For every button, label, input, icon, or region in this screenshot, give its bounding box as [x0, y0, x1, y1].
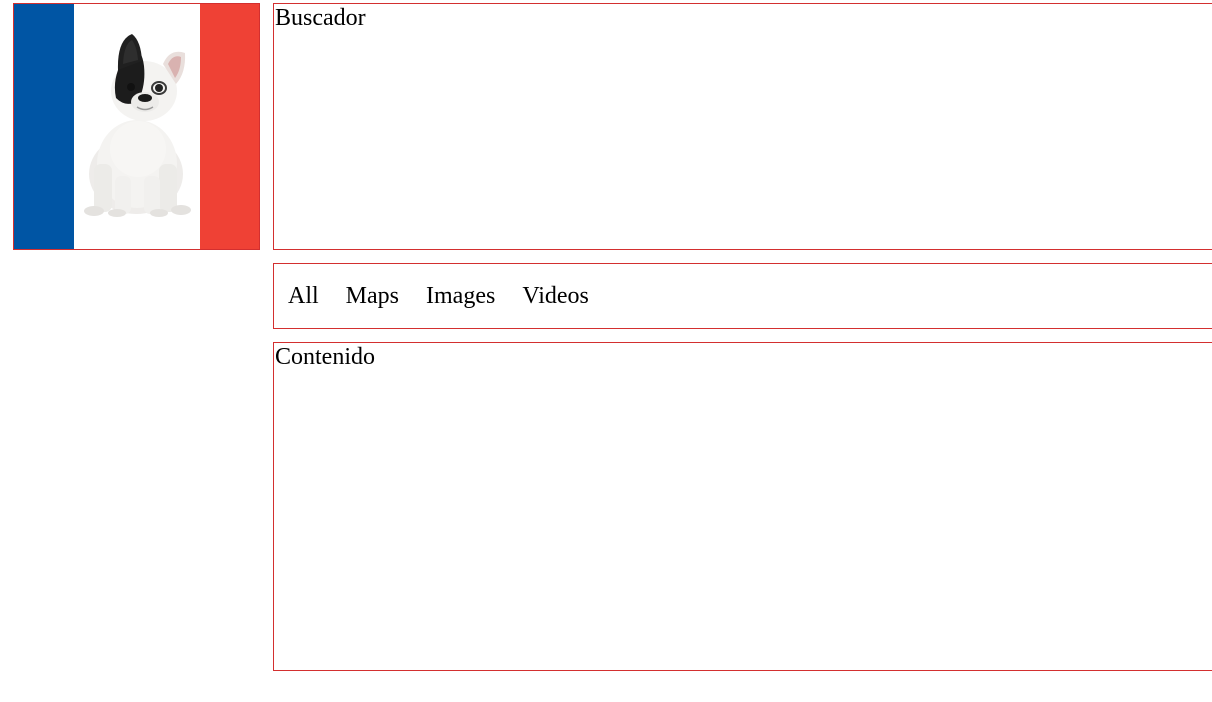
nav-list: All Maps Images Videos — [274, 264, 1212, 328]
french-bulldog-flag-icon — [14, 4, 259, 249]
nav-item-maps[interactable]: Maps — [346, 283, 399, 310]
logo-image — [13, 3, 260, 250]
nav-item-images[interactable]: Images — [426, 283, 495, 310]
content-panel: Contenido — [273, 342, 1212, 671]
search-panel: Buscador — [273, 3, 1212, 250]
nav-item-videos[interactable]: Videos — [522, 283, 589, 310]
nav-bar: All Maps Images Videos — [273, 263, 1212, 329]
nav-item-all[interactable]: All — [288, 283, 319, 310]
content-panel-title: Contenido — [275, 344, 375, 370]
search-panel-title: Buscador — [275, 5, 366, 31]
